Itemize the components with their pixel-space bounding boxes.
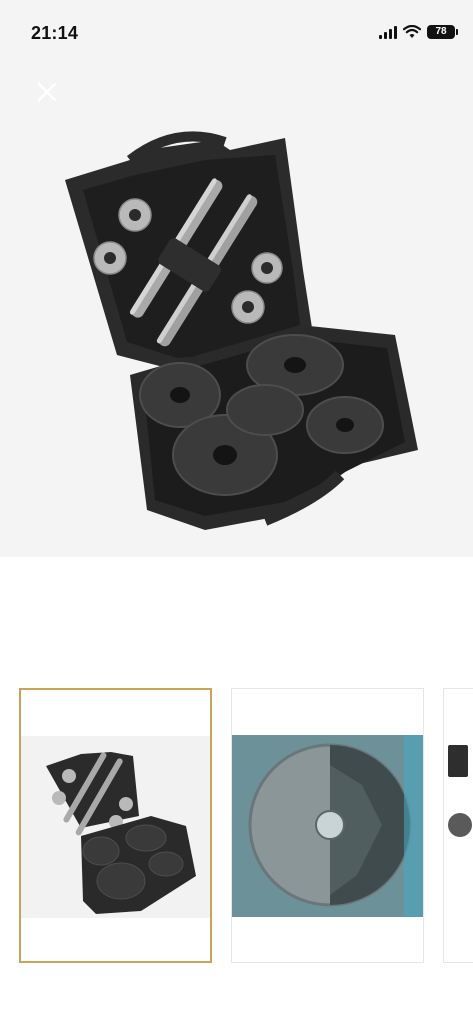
- product-image-area: 21:14 78: [0, 0, 473, 557]
- weight-plate-closeup-thumbnail: [232, 735, 423, 917]
- dumbbell-case-image: [65, 131, 418, 530]
- thumbnail-weight-plate-closeup[interactable]: [231, 688, 424, 963]
- partial-thumbnail: [444, 735, 473, 917]
- close-icon: [37, 82, 57, 102]
- status-time: 21:14: [31, 23, 79, 43]
- battery-icon: 78: [427, 25, 458, 39]
- signal-icon: [379, 25, 397, 39]
- wifi-icon: [403, 25, 421, 38]
- thumbnail-dumbbell-case[interactable]: [19, 688, 212, 963]
- thumbnail-strip: [0, 688, 473, 963]
- close-button[interactable]: [32, 77, 62, 107]
- thumbnail-partial[interactable]: [443, 688, 473, 963]
- status-icons: 78: [379, 25, 458, 39]
- dumbbell-case-thumbnail: [21, 736, 210, 918]
- status-bar: 21:14 78: [0, 0, 473, 62]
